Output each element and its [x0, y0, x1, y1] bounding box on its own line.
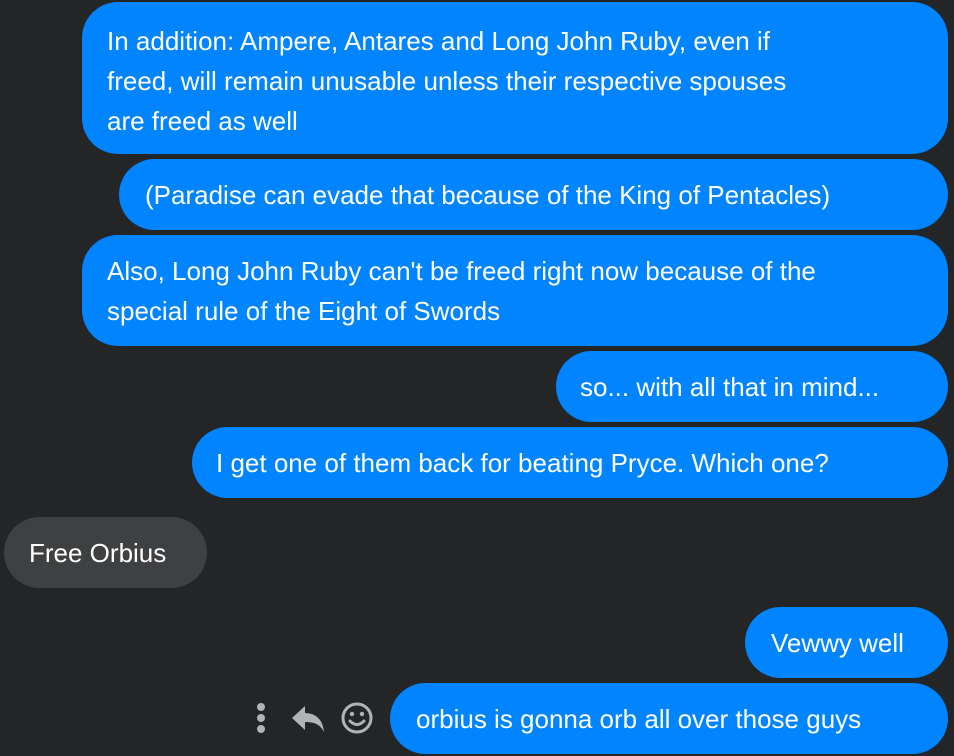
reply-icon[interactable]: [288, 698, 328, 738]
emoji-icon[interactable]: [337, 698, 377, 738]
chat-thread: In addition: Ampere, Antares and Long Jo…: [0, 0, 954, 756]
message-bubble-sent[interactable]: I get one of them back for beating Pryce…: [192, 427, 948, 498]
message-bubble-received[interactable]: Free Orbius: [4, 517, 207, 588]
message-actions: [246, 690, 386, 744]
message-bubble-sent[interactable]: Also, Long John Ruby can't be freed righ…: [82, 235, 948, 346]
message-bubble-sent[interactable]: Vewwy well: [745, 607, 948, 678]
message-bubble-sent[interactable]: so... with all that in mind...: [556, 351, 948, 422]
message-bubble-sent[interactable]: (Paradise can evade that because of the …: [119, 159, 948, 230]
message-bubble-sent[interactable]: In addition: Ampere, Antares and Long Jo…: [82, 2, 948, 154]
message-bubble-sent[interactable]: orbius is gonna orb all over those guys: [390, 683, 948, 754]
more-vertical-icon[interactable]: [241, 698, 281, 738]
